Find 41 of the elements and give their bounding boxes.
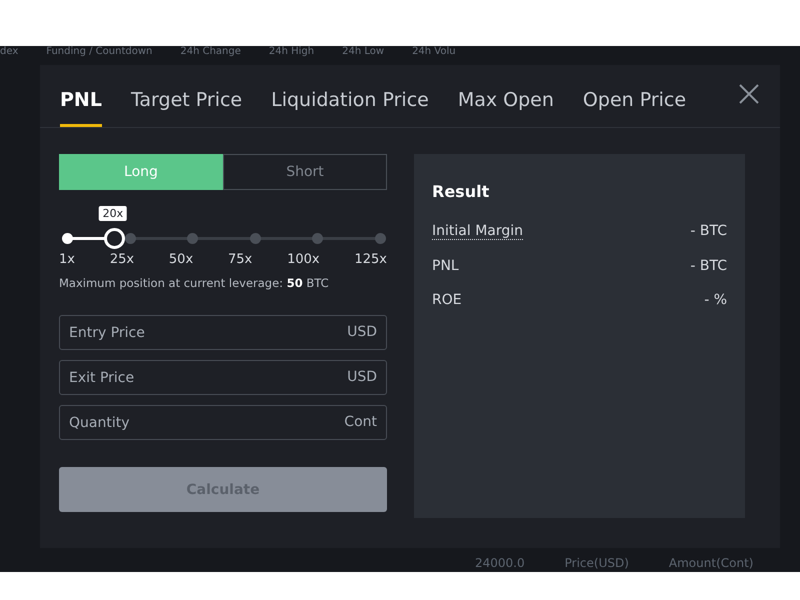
slider-thumb[interactable]: [104, 228, 125, 249]
column-header: Price(USD): [564, 556, 629, 570]
slider-stop: [187, 233, 198, 244]
leverage-mark: 125x: [354, 252, 387, 267]
leverage-mark: 50x: [168, 252, 194, 267]
leverage-mark: 75x: [228, 252, 252, 267]
result-value: - BTC: [690, 258, 727, 274]
slider-stop: [62, 233, 73, 244]
max-position-text: Maximum position at current leverage: 50 BTC: [59, 276, 330, 290]
slider-stop: [375, 233, 386, 244]
close-icon[interactable]: [738, 83, 760, 105]
side-toggle[interactable]: Short: [223, 154, 387, 190]
result-label: PNL: [432, 258, 459, 274]
leverage-mark: 25x: [110, 252, 134, 267]
leverage-mark: 1x: [59, 252, 75, 267]
leverage-mark: 100x: [287, 252, 320, 267]
tab[interactable]: Liquidation Price: [271, 89, 429, 127]
result-title: Result: [432, 182, 490, 201]
slider-stop: [124, 233, 136, 244]
unit-label: Cont: [344, 413, 377, 431]
leverage-tooltip: 20x: [98, 206, 128, 221]
tab[interactable]: Target Price: [130, 89, 242, 127]
column-header: 24h High: [268, 46, 314, 58]
column-header: 24h Low: [342, 46, 384, 58]
column-header: Amount(Cont): [668, 556, 754, 570]
result-value: - BTC: [690, 223, 727, 240]
column-header: dex: [0, 46, 18, 58]
tab[interactable]: Max Open: [458, 89, 554, 127]
slider-stop: [312, 233, 324, 244]
slider-stop: [250, 233, 261, 244]
result-label: ROE: [432, 292, 462, 308]
unit-label: USD: [347, 323, 377, 341]
tab[interactable]: PNL: [60, 89, 102, 127]
column-header: 24000.0: [475, 556, 525, 570]
column-header: 24h Change: [180, 46, 241, 58]
result-label: Initial Margin: [432, 223, 524, 240]
tab[interactable]: Open Price: [582, 89, 686, 127]
column-header: Funding / Countdown: [46, 46, 152, 58]
result-value: - %: [704, 292, 727, 308]
column-header: 24h Volu: [412, 46, 456, 58]
unit-label: USD: [347, 368, 377, 386]
